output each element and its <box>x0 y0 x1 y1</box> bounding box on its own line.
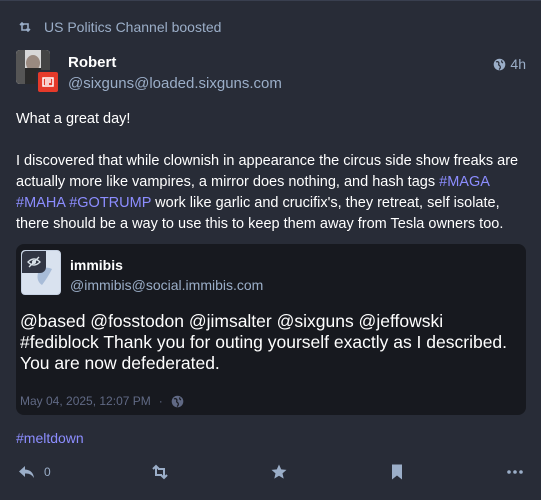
time-label: 4h <box>510 56 526 72</box>
hashtag-link[interactable]: #MAHA <box>16 195 65 211</box>
reply-icon <box>18 463 36 481</box>
bookmark-icon <box>388 463 406 481</box>
quoted-post[interactable]: immibis @immibis@social.immibis.com @bas… <box>16 244 526 415</box>
status-timestamp[interactable]: 4h <box>493 56 526 72</box>
content-paragraph: What a great day! <box>16 111 131 127</box>
quoted-meta: May 04, 2025, 12:07 PM · <box>20 394 184 408</box>
hashtag-link[interactable]: #GOTRUMP <box>69 195 151 211</box>
ellipsis-icon <box>506 463 524 481</box>
eye-slash-icon[interactable] <box>22 251 46 273</box>
boost-text: US Politics Channel boosted <box>44 19 222 35</box>
bookmark-button[interactable] <box>388 461 406 483</box>
quoted-avatar[interactable] <box>21 250 61 295</box>
status-card[interactable]: US Politics Channel boosted Robert @sixg… <box>0 0 541 500</box>
display-name[interactable]: Robert <box>68 54 116 71</box>
account-handle[interactable]: @sixguns@loaded.sixguns.com <box>68 75 282 92</box>
quoted-handle[interactable]: @immibis@social.immibis.com <box>70 277 263 293</box>
hashtag-link[interactable]: #meltdown <box>16 430 84 446</box>
boost-icon <box>18 20 32 34</box>
boost-icon <box>151 463 169 481</box>
reply-button[interactable]: 0 <box>18 461 51 483</box>
globe-icon <box>493 58 506 71</box>
hashtag-bar[interactable]: #meltdown <box>16 430 84 446</box>
content-paragraph: I discovered that while clownish in appe… <box>16 153 519 232</box>
more-button[interactable] <box>506 461 524 483</box>
quoted-display-name[interactable]: immibis <box>70 257 123 273</box>
quoted-content: @based @fosstodon @jimsalter @sixguns @j… <box>20 311 508 373</box>
status-header: Robert @sixguns@loaded.sixguns.com 4h <box>16 50 526 96</box>
boost-button[interactable] <box>151 461 169 483</box>
boost-indicator[interactable]: US Politics Channel boosted <box>18 18 221 36</box>
favourite-button[interactable] <box>270 461 288 483</box>
status-content: What a great day! I discovered that whil… <box>16 109 526 256</box>
hashtag-link[interactable]: #MAGA <box>439 174 489 190</box>
star-icon <box>270 463 288 481</box>
separator: · <box>158 394 163 408</box>
reply-count: 0 <box>44 465 51 479</box>
action-bar: 0 <box>0 461 541 483</box>
globe-icon <box>171 395 184 408</box>
boosting-account-avatar[interactable] <box>36 70 60 94</box>
quoted-date[interactable]: May 04, 2025, 12:07 PM <box>20 394 151 408</box>
